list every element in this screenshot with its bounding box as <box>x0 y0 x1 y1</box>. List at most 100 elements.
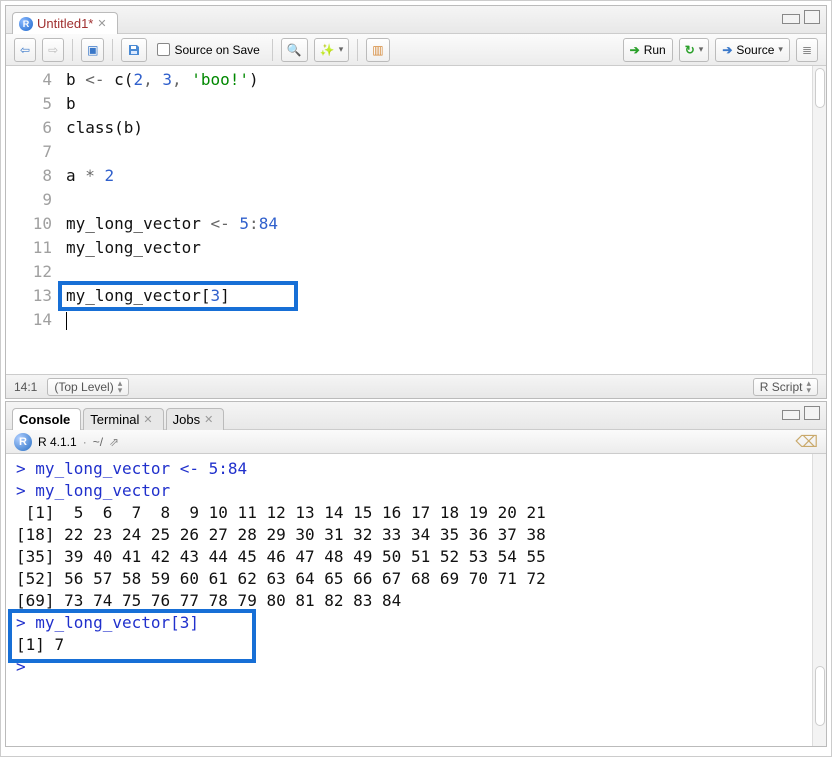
source-pane: R Untitled1* ✕ ⇦ ⇨ ▣ Source on Save 🔍 ✨▾… <box>5 5 827 399</box>
source-icon: ➔ <box>722 43 732 57</box>
code-line[interactable]: class(b) <box>66 116 822 140</box>
text-cursor <box>66 312 67 330</box>
code-area[interactable]: b <- c(2, 3, 'boo!')bclass(b) a * 2 my_lon… <box>62 66 826 374</box>
r-version-label: R 4.1.1 <box>38 435 77 449</box>
line-number: 9 <box>6 188 52 212</box>
run-label: Run <box>644 43 666 57</box>
find-button[interactable]: 🔍 <box>281 38 308 62</box>
toolbar-separator <box>112 39 113 61</box>
console-output-line: [18] 22 23 24 25 26 27 28 29 30 31 32 33… <box>16 524 816 546</box>
clear-console-button[interactable]: ⌫ <box>795 432 818 452</box>
console-tabbar: Console Terminal ✕ Jobs ✕ <box>6 402 826 430</box>
updown-icon: ▴▾ <box>118 380 123 394</box>
code-editor[interactable]: 4567891011121314 b <- c(2, 3, 'boo!')bcl… <box>6 66 826 374</box>
tab-jobs[interactable]: Jobs ✕ <box>166 408 225 430</box>
notebook-icon: ▥ <box>372 43 383 57</box>
source-tabbar: R Untitled1* ✕ <box>6 6 826 34</box>
line-number: 13 <box>6 284 52 308</box>
scrollbar-thumb[interactable] <box>815 68 825 108</box>
close-icon[interactable]: ✕ <box>143 413 152 426</box>
editor-scrollbar[interactable] <box>812 66 826 374</box>
console-output[interactable]: > my_long_vector <- 5:84> my_long_vector… <box>6 454 826 746</box>
floppy-icon <box>127 43 141 57</box>
line-number: 6 <box>6 116 52 140</box>
maximize-pane-icon[interactable] <box>804 10 820 24</box>
code-line[interactable] <box>66 308 822 332</box>
console-input-line: > my_long_vector <box>16 480 816 502</box>
compile-report-button[interactable]: ▥ <box>366 38 389 62</box>
tab-terminal[interactable]: Terminal ✕ <box>83 408 163 430</box>
scrollbar-thumb[interactable] <box>815 666 825 726</box>
code-line[interactable]: a * 2 <box>66 164 822 188</box>
line-number: 10 <box>6 212 52 236</box>
code-line[interactable]: my_long_vector <- 5:84 <box>66 212 822 236</box>
wand-icon: ✨ <box>320 43 335 57</box>
tab-console-label: Console <box>19 412 70 427</box>
language-selector[interactable]: R Script ▴▾ <box>753 378 818 396</box>
close-icon[interactable]: ✕ <box>97 17 106 30</box>
console-scrollbar[interactable] <box>812 454 826 746</box>
r-file-icon: R <box>19 17 33 31</box>
code-line[interactable]: my_long_vector <box>66 236 822 260</box>
run-button[interactable]: ➔ Run <box>623 38 673 62</box>
source-tab[interactable]: R Untitled1* ✕ <box>12 12 118 34</box>
maximize-pane-icon[interactable] <box>804 406 820 420</box>
source-label: Source <box>736 43 774 57</box>
source-tab-title: Untitled1* <box>37 16 93 31</box>
search-icon: 🔍 <box>287 43 302 57</box>
source-statusbar: 14:1 (Top Level) ▴▾ R Script ▴▾ <box>6 374 826 398</box>
source-on-save-label: Source on Save <box>174 43 259 57</box>
toolbar-separator <box>357 39 358 61</box>
popout-icon[interactable]: ⇗ <box>109 435 119 449</box>
console-header: R R 4.1.1 · ~/ ⇗ ⌫ <box>6 430 826 454</box>
minimize-pane-icon[interactable] <box>782 14 800 24</box>
code-line[interactable] <box>66 188 822 212</box>
outline-button[interactable]: ≣ <box>796 38 818 62</box>
console-output-line: [52] 56 57 58 59 60 61 62 63 64 65 66 67… <box>16 568 816 590</box>
tab-terminal-label: Terminal <box>90 412 139 427</box>
updown-icon: ▴▾ <box>806 380 811 394</box>
close-icon[interactable]: ✕ <box>204 413 213 426</box>
tab-jobs-label: Jobs <box>173 412 200 427</box>
console-pane: Console Terminal ✕ Jobs ✕ R R 4.1.1 · ~/… <box>5 401 827 747</box>
console-output-line: [1] 5 6 7 8 9 10 11 12 13 14 15 16 17 18… <box>16 502 816 524</box>
annotation-highlight-editor <box>58 281 298 311</box>
line-number: 11 <box>6 236 52 260</box>
back-button[interactable]: ⇦ <box>14 38 36 62</box>
console-input-line: > my_long_vector <- 5:84 <box>16 458 816 480</box>
code-line[interactable] <box>66 140 822 164</box>
rerun-icon: ↻ <box>685 43 695 57</box>
console-output-line: [35] 39 40 41 42 43 44 45 46 47 48 49 50… <box>16 546 816 568</box>
code-line[interactable]: b <box>66 92 822 116</box>
line-number: 14 <box>6 308 52 332</box>
r-logo-icon: R <box>14 433 32 451</box>
source-toolbar: ⇦ ⇨ ▣ Source on Save 🔍 ✨▾ ▥ ➔ Run ↻▾ ➔ S… <box>6 34 826 66</box>
line-number: 7 <box>6 140 52 164</box>
language-label: R Script <box>760 380 803 394</box>
run-icon: ➔ <box>630 43 640 57</box>
toolbar-separator <box>72 39 73 61</box>
scope-selector[interactable]: (Top Level) ▴▾ <box>47 378 129 396</box>
scope-label: (Top Level) <box>54 380 113 394</box>
source-on-save-checkbox[interactable]: Source on Save <box>153 38 263 62</box>
cursor-position: 14:1 <box>14 380 37 394</box>
save-button[interactable] <box>121 38 147 62</box>
show-in-new-window-button[interactable]: ▣ <box>81 38 104 62</box>
minimize-pane-icon[interactable] <box>782 410 800 420</box>
rerun-button[interactable]: ↻▾ <box>679 38 710 62</box>
code-line[interactable]: b <- c(2, 3, 'boo!') <box>66 68 822 92</box>
forward-button[interactable]: ⇨ <box>42 38 64 62</box>
source-button[interactable]: ➔ Source ▾ <box>715 38 790 62</box>
annotation-highlight-console <box>8 609 256 663</box>
code-tools-button[interactable]: ✨▾ <box>314 38 349 62</box>
line-number: 5 <box>6 92 52 116</box>
line-number: 12 <box>6 260 52 284</box>
toolbar-separator <box>272 39 273 61</box>
tab-console[interactable]: Console <box>12 408 81 430</box>
outline-icon: ≣ <box>802 43 812 57</box>
working-directory[interactable]: ~/ <box>93 435 103 449</box>
line-number: 8 <box>6 164 52 188</box>
line-number: 4 <box>6 68 52 92</box>
dot-separator: · <box>83 435 87 449</box>
line-number-gutter: 4567891011121314 <box>6 66 62 374</box>
